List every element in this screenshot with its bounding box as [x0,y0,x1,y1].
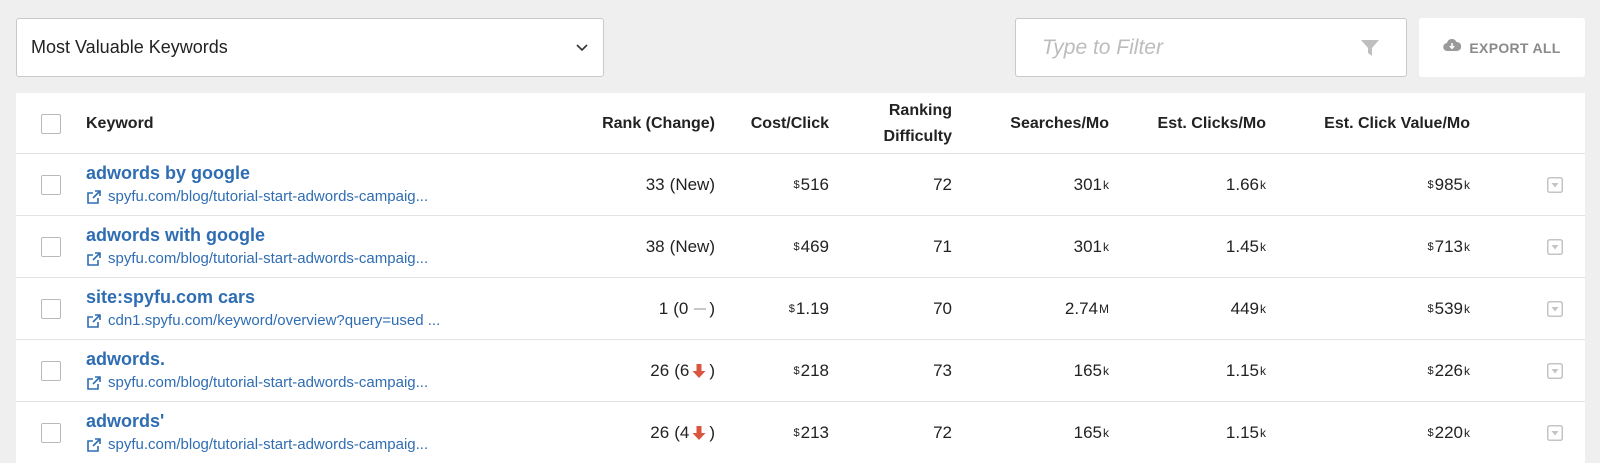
ranking-difficulty: 72 [933,174,952,194]
cost-per-click: $469 [793,236,830,256]
ranking-url-link[interactable]: cdn1.spyfu.com/keyword/overview?query=us… [86,312,440,329]
rank-change: 1(0) [658,298,715,318]
rank-change: 38(New) [645,236,715,256]
keyword-link[interactable]: adwords' [86,411,164,432]
rank-change-value: New [675,236,710,256]
ranking-url-link[interactable]: spyfu.com/blog/tutorial-start-adwords-ca… [86,188,428,205]
funnel-icon[interactable] [1360,38,1380,58]
view-select[interactable]: Most Valuable Keywords [16,18,604,77]
searches-per-month: 2.74 M [1064,298,1109,318]
ranking-url-link[interactable]: spyfu.com/blog/tutorial-start-adwords-ca… [86,436,428,453]
view-select-value: Most Valuable Keywords [31,37,228,57]
rank-change-value: 6 [679,360,690,380]
est-clicks-per-month: 1.45 k [1225,236,1266,256]
caret-box-icon[interactable] [1547,177,1563,193]
col-searches[interactable]: Searches/Mo [956,93,1109,154]
cloud-download-icon [1443,38,1462,57]
arrow-down-icon [692,363,706,378]
external-link-icon [87,251,101,266]
rank-value: 26 [650,422,670,442]
col-cost-click[interactable]: Cost/Click [716,93,829,154]
col-ranking-difficulty[interactable]: Ranking Difficulty [836,93,952,154]
est-click-value: $226 k [1427,360,1471,380]
rank-change-value: 0 [678,298,689,318]
filter-box[interactable] [1015,18,1407,77]
row-checkbox[interactable] [41,361,61,381]
rank-value: 33 [645,174,665,194]
export-all-button[interactable]: EXPORT ALL [1419,18,1585,77]
filter-input[interactable] [1042,35,1360,60]
caret-box-icon[interactable] [1547,363,1563,379]
rank-value: 38 [645,236,665,256]
table-row: adwords. spyfu.com/blog/tutorial-start-a… [16,340,1585,402]
ranking-url: spyfu.com/blog/tutorial-start-adwords-ca… [108,374,429,391]
est-click-value: $539 k [1427,298,1471,318]
rank-value: 26 [650,360,670,380]
row-checkbox[interactable] [41,237,61,257]
rank-change-value: 4 [679,422,690,442]
col-est-clicks[interactable]: Est. Clicks/Mo [1116,93,1266,154]
keyword-link[interactable]: adwords with google [86,225,265,246]
searches-per-month: 165 k [1073,360,1109,380]
table-header: Keyword Rank (Change) Cost/Click Ranking… [16,93,1585,154]
searches-per-month: 301 k [1073,174,1109,194]
col-ranking-difficulty-line2: Difficulty [883,127,952,145]
ranking-url: spyfu.com/blog/tutorial-start-adwords-ca… [108,188,429,205]
keyword-link[interactable]: adwords by google [86,163,250,184]
searches-per-month: 301 k [1073,236,1109,256]
col-keyword[interactable]: Keyword [86,93,154,154]
table-row: adwords by google spyfu.com/blog/tutoria… [16,154,1585,216]
ranking-difficulty: 71 [933,236,952,256]
table-row: site:spyfu.com cars cdn1.spyfu.com/keywo… [16,278,1585,340]
external-link-icon [87,437,101,452]
rank-change-value: New [675,174,710,194]
est-clicks-per-month: 1.66 k [1225,174,1266,194]
row-checkbox[interactable] [41,299,61,319]
est-click-value: $713 k [1427,236,1471,256]
ranking-url-link[interactable]: spyfu.com/blog/tutorial-start-adwords-ca… [86,374,428,391]
table-row: adwords with google spyfu.com/blog/tutor… [16,216,1585,278]
cost-per-click: $218 [793,360,830,380]
keyword-table: Keyword Rank (Change) Cost/Click Ranking… [16,93,1585,463]
external-link-icon [87,375,101,390]
ranking-difficulty: 73 [933,360,952,380]
row-checkbox[interactable] [41,423,61,443]
searches-per-month: 165 k [1073,422,1109,442]
est-clicks-per-month: 1.15 k [1225,360,1266,380]
table-row: adwords' spyfu.com/blog/tutorial-start-a… [16,402,1585,463]
cost-per-click: $516 [793,174,830,194]
ranking-difficulty: 70 [933,298,952,318]
est-click-value: $985 k [1427,174,1471,194]
caret-box-icon[interactable] [1547,425,1563,441]
cost-per-click: $1.19 [788,298,829,318]
ranking-difficulty: 72 [933,422,952,442]
ranking-url: spyfu.com/blog/tutorial-start-adwords-ca… [108,436,429,453]
arrow-down-icon [692,425,706,440]
row-checkbox[interactable] [41,175,61,195]
rank-change: 26(4) [650,422,715,442]
rank-change: 33(New) [645,174,715,194]
no-change-dash-icon [694,307,707,310]
col-rank[interactable]: Rank (Change) [556,93,715,154]
est-click-value: $220 k [1427,422,1471,442]
est-clicks-per-month: 1.15 k [1225,422,1266,442]
ranking-url: cdn1.spyfu.com/keyword/overview?query=us… [108,312,441,329]
cost-per-click: $213 [793,422,830,442]
col-est-click-value[interactable]: Est. Click Value/Mo [1276,93,1470,154]
export-all-label: EXPORT ALL [1469,39,1561,56]
external-link-icon [87,313,101,328]
ranking-url: spyfu.com/blog/tutorial-start-adwords-ca… [108,250,429,267]
select-all-checkbox[interactable] [41,114,61,134]
chevron-down-icon [575,41,589,55]
caret-box-icon[interactable] [1547,301,1563,317]
keyword-link[interactable]: adwords. [86,349,165,370]
rank-value: 1 [658,298,669,318]
external-link-icon [87,189,101,204]
caret-box-icon[interactable] [1547,239,1563,255]
ranking-url-link[interactable]: spyfu.com/blog/tutorial-start-adwords-ca… [86,250,428,267]
keyword-link[interactable]: site:spyfu.com cars [86,287,255,308]
rank-change: 26(6) [650,360,715,380]
est-clicks-per-month: 449 k [1230,298,1266,318]
col-ranking-difficulty-line1: Ranking [888,101,952,119]
